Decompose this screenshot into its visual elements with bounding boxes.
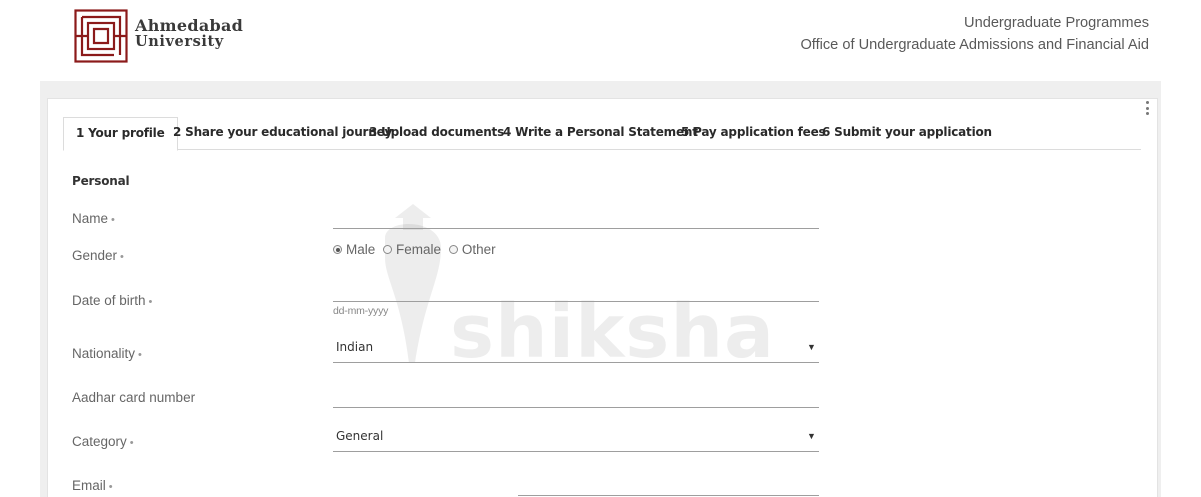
- tab-educational-journey[interactable]: 2 Share your educational journey: [173, 117, 392, 150]
- gender-radio-group: Male Female Other: [333, 242, 500, 257]
- category-select[interactable]: General: [336, 429, 383, 443]
- logo-line2: University: [135, 33, 224, 50]
- page-header: Ahmedabad University Undergraduate Progr…: [0, 0, 1201, 81]
- tab-your-profile[interactable]: 1 Your profile: [63, 117, 178, 151]
- university-logo: [74, 9, 128, 63]
- aadhar-label: Aadhar card number: [72, 390, 196, 405]
- nationality-dropdown-icon[interactable]: ▼: [807, 342, 816, 352]
- nationality-select[interactable]: Indian: [336, 340, 373, 354]
- name-label: Name •: [72, 211, 115, 226]
- nationality-label: Nationality •: [72, 346, 142, 361]
- dob-underline: [333, 301, 819, 302]
- email-underline: [518, 495, 819, 496]
- email-input[interactable]: [518, 471, 819, 495]
- email-label: Email •: [72, 478, 113, 493]
- header-office-info: Undergraduate Programmes Office of Under…: [800, 12, 1149, 56]
- nationality-underline: [333, 362, 819, 363]
- gender-label: Gender •: [72, 248, 124, 263]
- gender-radio-female[interactable]: Female: [383, 242, 441, 257]
- gender-radio-male[interactable]: Male: [333, 242, 375, 257]
- tab-personal-statement[interactable]: 4 Write a Personal Statement: [503, 117, 698, 150]
- dob-input[interactable]: [333, 277, 819, 301]
- gender-radio-other[interactable]: Other: [448, 242, 496, 257]
- application-steps-tabs: 1 Your profile 2 Share your educational …: [63, 117, 1141, 151]
- name-input[interactable]: [333, 203, 819, 227]
- name-underline: [333, 228, 819, 229]
- programme-title: Undergraduate Programmes: [964, 15, 1149, 31]
- category-dropdown-icon[interactable]: ▼: [807, 431, 816, 441]
- more-options-icon[interactable]: [1142, 101, 1152, 117]
- aadhar-input[interactable]: [333, 382, 819, 406]
- office-title: Office of Undergraduate Admissions and F…: [800, 37, 1149, 53]
- dob-format-hint: dd-mm-yyyy: [333, 305, 389, 317]
- logo-line1: Ahmedabad: [135, 16, 244, 35]
- tab-upload-documents[interactable]: 3 Upload documents: [369, 117, 504, 150]
- logo-wordmark: Ahmedabad University: [135, 18, 243, 50]
- tab-submit-application[interactable]: 6 Submit your application: [822, 117, 992, 150]
- aadhar-underline: [333, 407, 819, 408]
- section-title-personal: Personal: [72, 174, 130, 188]
- category-label: Category •: [72, 434, 134, 449]
- dob-label: Date of birth •: [72, 293, 153, 308]
- tab-pay-fees[interactable]: 5 Pay application fees: [681, 117, 826, 150]
- category-underline: [333, 451, 819, 452]
